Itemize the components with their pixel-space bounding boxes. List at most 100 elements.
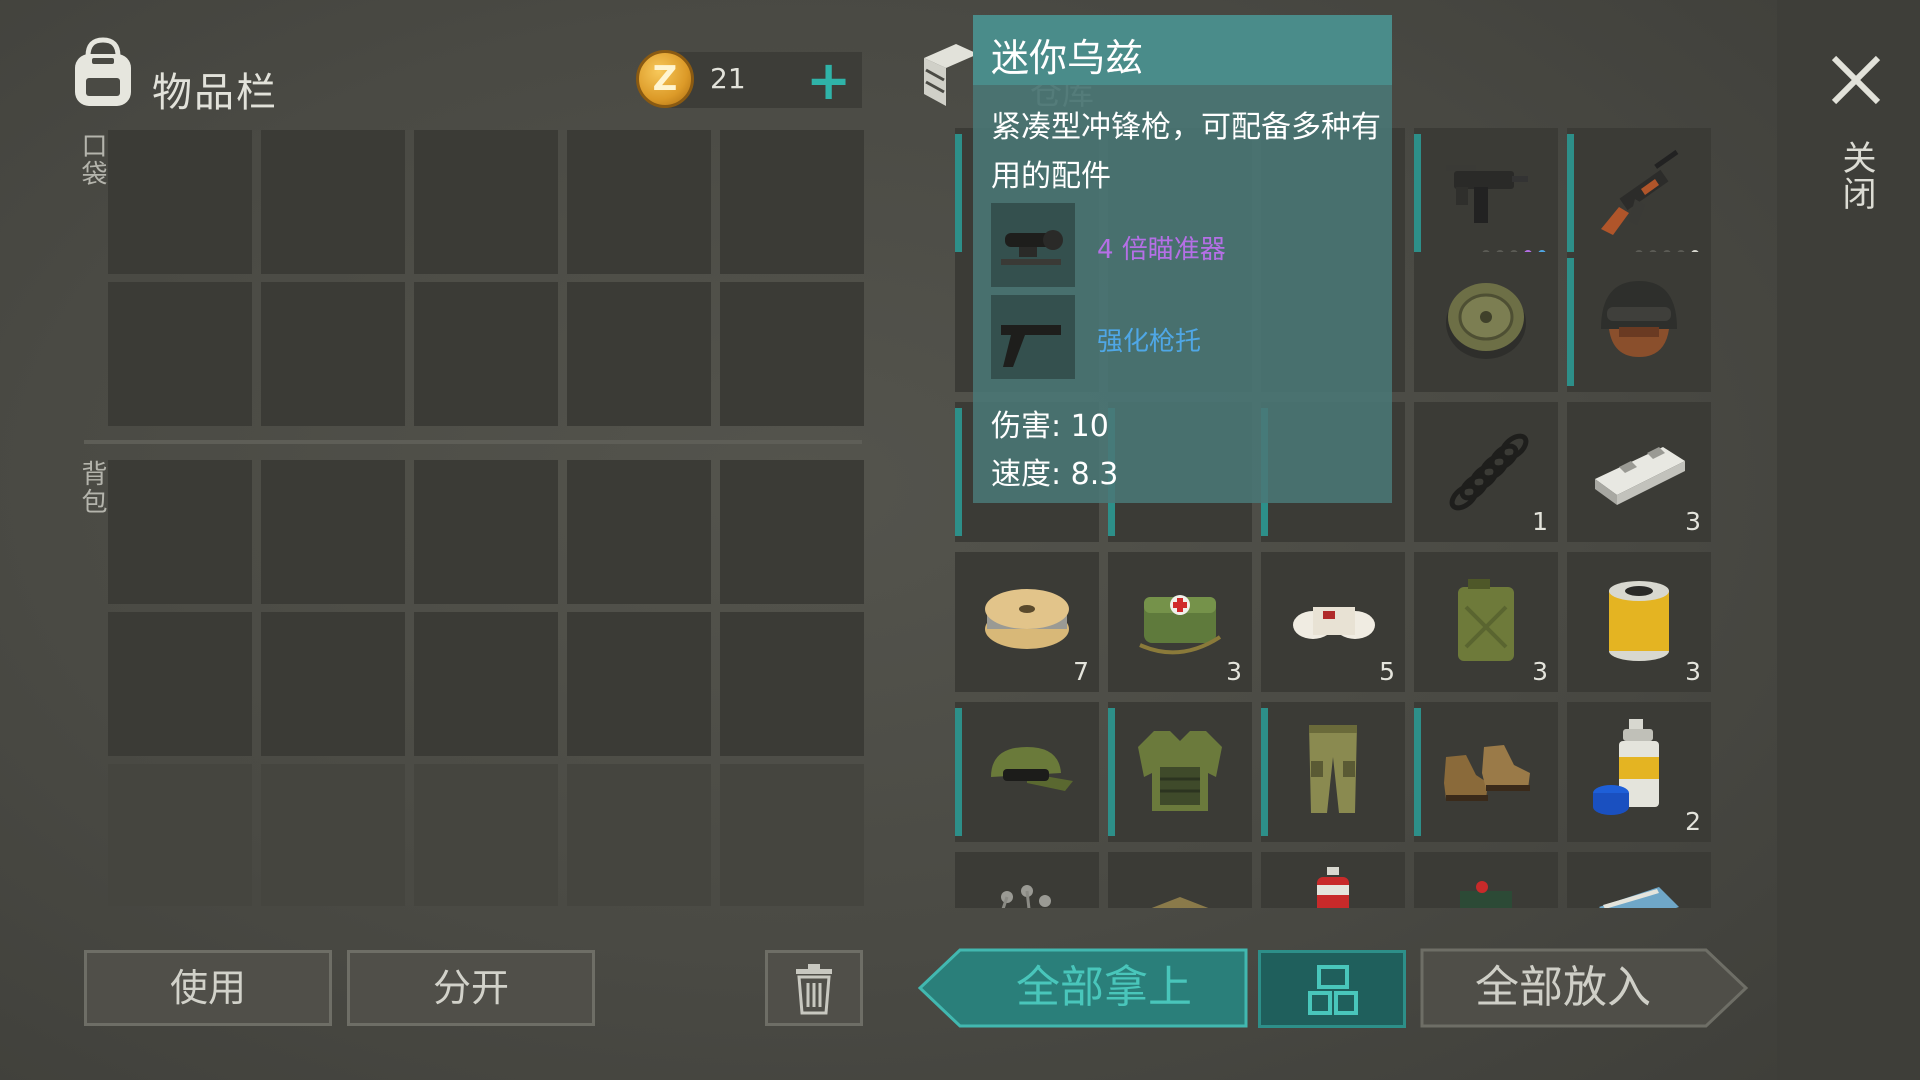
backpack-slot[interactable]: [567, 612, 711, 756]
pocket-slot[interactable]: [108, 282, 252, 426]
backpack-slot[interactable]: [108, 460, 252, 604]
explosive-icon: [1460, 881, 1512, 908]
stock-icon: [991, 295, 1075, 379]
camo-vest-icon: [1138, 731, 1222, 811]
backpack-slot[interactable]: [261, 612, 405, 756]
storage-row-partial: [955, 852, 1720, 908]
item-slot[interactable]: [1567, 128, 1711, 268]
camo-pants-icon: [1309, 725, 1357, 813]
pocket-slot[interactable]: [261, 130, 405, 274]
item-slot[interactable]: 5: [1261, 552, 1405, 692]
pockets-label: 口袋: [77, 132, 107, 188]
backpack-slot[interactable]: [567, 460, 711, 604]
jerrycan-icon: [1458, 579, 1514, 661]
layout-toggle-button[interactable]: [1258, 950, 1406, 1028]
locked-slot: [261, 764, 405, 906]
item-slot[interactable]: 3: [1108, 552, 1252, 692]
spray-paint-icon: [1593, 719, 1659, 815]
item-slot[interactable]: [1567, 252, 1711, 392]
item-slot[interactable]: 3: [1567, 552, 1711, 692]
blueprint-book-icon: [1599, 887, 1679, 908]
locked-slot: [108, 764, 252, 906]
medical-bag-icon: [1139, 595, 1222, 655]
tooltip-description: 紧凑型冲锋枪，可配备多种有用的配件: [991, 110, 1381, 194]
item-slot[interactable]: [1261, 852, 1405, 908]
boots-icon: [1444, 745, 1530, 801]
pocket-slot[interactable]: [567, 282, 711, 426]
wire-spool-icon: [985, 589, 1069, 649]
locked-slot: [414, 764, 558, 906]
pocket-slot[interactable]: [261, 282, 405, 426]
backpack-slot[interactable]: [108, 612, 252, 756]
trash-icon: [796, 964, 832, 1015]
item-slot[interactable]: 3: [1567, 402, 1711, 542]
spray-can-icon: [1317, 867, 1349, 908]
item-slot[interactable]: 7: [955, 552, 1099, 692]
item-count: 3: [1226, 657, 1242, 686]
backpack-slot[interactable]: [414, 612, 558, 756]
item-slot[interactable]: [1414, 852, 1558, 908]
item-slot[interactable]: 1: [1414, 402, 1558, 542]
scope-icon: [991, 203, 1075, 287]
item-slot[interactable]: [1567, 852, 1711, 908]
locked-slot: [567, 764, 711, 906]
landmine-icon: [1446, 283, 1526, 359]
pocket-slot[interactable]: [720, 282, 864, 426]
put-all-button[interactable]: 全部放入: [1420, 948, 1706, 1028]
pocket-slot[interactable]: [567, 130, 711, 274]
locked-slot: [720, 764, 864, 906]
backpack-slot[interactable]: [720, 612, 864, 756]
ration-box-icon: [1151, 897, 1209, 908]
nails-icon: [1001, 885, 1051, 908]
pocket-slot[interactable]: [720, 130, 864, 274]
mini-uzi-icon: [1446, 165, 1528, 223]
backpack-slot[interactable]: [414, 460, 558, 604]
item-slot[interactable]: [955, 702, 1099, 842]
military-helmet-icon: [1601, 281, 1677, 357]
close-icon[interactable]: [1830, 54, 1882, 106]
item-count: 2: [1685, 807, 1701, 836]
item-tooltip: 迷你乌兹 紧凑型冲锋枪，可配备多种有用的配件 4 倍瞄准器 强化枪托 伤害: 1…: [973, 15, 1392, 503]
backpack-label: 背包: [77, 460, 107, 516]
item-count: 1: [1532, 507, 1548, 536]
tooltip-damage: 伤害: 10: [991, 409, 1109, 444]
metal-bar-icon: [1595, 447, 1685, 505]
item-slot[interactable]: [1414, 252, 1558, 392]
item-slot[interactable]: 3: [1414, 552, 1558, 692]
item-slot[interactable]: 2: [1567, 702, 1711, 842]
take-all-button[interactable]: 全部拿上: [960, 948, 1248, 1028]
split-button[interactable]: 分开: [347, 950, 595, 1026]
storage-crate-icon: [924, 44, 978, 106]
pocket-slot[interactable]: [108, 130, 252, 274]
coin-count: 21: [710, 62, 746, 95]
tooltip-attachment: 强化枪托: [1097, 327, 1202, 357]
delete-button[interactable]: [765, 950, 863, 1026]
item-slot[interactable]: [1414, 128, 1558, 268]
oil-filter-icon: [1609, 581, 1669, 661]
spring-icon: [1449, 433, 1529, 511]
item-slot[interactable]: [955, 852, 1099, 908]
tooltip-item-name: 迷你乌兹: [991, 36, 1144, 80]
item-count: 3: [1532, 657, 1548, 686]
bandage-icon: [1293, 607, 1375, 639]
item-slot[interactable]: [1108, 852, 1252, 908]
close-label[interactable]: 关闭: [1832, 140, 1881, 212]
item-count: 3: [1685, 507, 1701, 536]
camo-cap-icon: [991, 747, 1073, 791]
ak47-icon: [1601, 149, 1679, 235]
add-coins-button[interactable]: +: [806, 54, 851, 108]
backpack-slot[interactable]: [261, 460, 405, 604]
backpack-icon: [75, 37, 131, 106]
item-count: 5: [1379, 657, 1395, 686]
pocket-slot[interactable]: [414, 282, 558, 426]
item-slot[interactable]: [1261, 702, 1405, 842]
item-slot[interactable]: [1414, 702, 1558, 842]
item-count: 7: [1073, 657, 1089, 686]
pocket-slot[interactable]: [414, 130, 558, 274]
section-divider: [84, 440, 862, 444]
item-slot[interactable]: [1108, 702, 1252, 842]
backpack-slot[interactable]: [720, 460, 864, 604]
item-count: 3: [1685, 657, 1701, 686]
tooltip-attachment: 4 倍瞄准器: [1097, 235, 1226, 265]
use-button[interactable]: 使用: [84, 950, 332, 1026]
